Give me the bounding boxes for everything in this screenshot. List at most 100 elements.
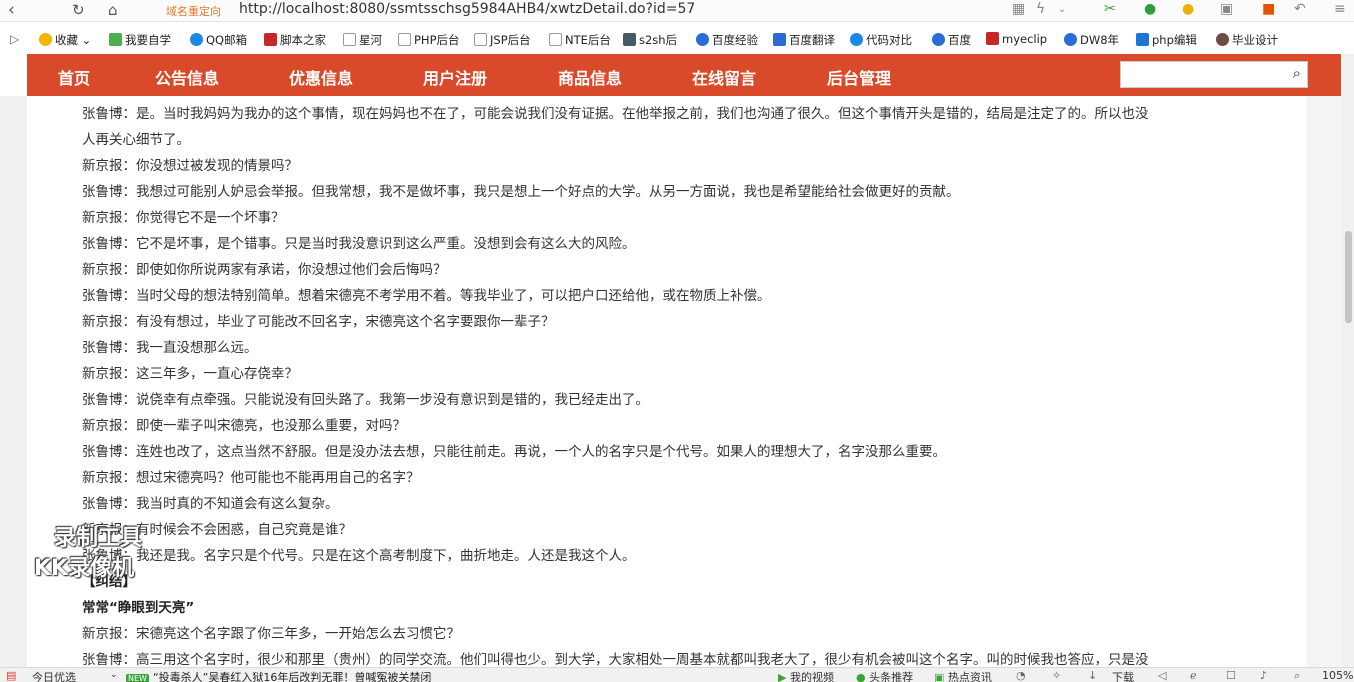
speed-icon[interactable]: ◔: [1016, 669, 1026, 682]
article-paragraph: 张鲁博：我当时真的不知道会有这么复杂。: [82, 496, 339, 512]
baidu-icon: [932, 33, 945, 46]
nav-products[interactable]: 商品信息: [558, 65, 622, 89]
page-icon: [549, 33, 562, 46]
bookmark-item[interactable]: 百度: [932, 32, 971, 48]
apps-icon[interactable]: ■: [1262, 1, 1275, 17]
scrollbar[interactable]: [1342, 54, 1354, 667]
bookmark-item[interactable]: NTE后台: [549, 32, 611, 48]
status-bar: ▤ 今日优选 ⌄ NEW “投毒杀人”吴春红入狱16年后改判无罪！曾喊冤被关禁闭 …: [0, 667, 1354, 682]
qq-mail-icon: [190, 33, 203, 46]
ie-icon[interactable]: ℯ: [1190, 669, 1197, 682]
bookmark-item[interactable]: QQ邮箱: [190, 32, 247, 48]
volume-icon[interactable]: ◁: [1158, 669, 1166, 682]
hot-news[interactable]: ▣ 热点资讯: [934, 669, 992, 682]
lightning-icon[interactable]: ϟ: [1036, 1, 1045, 17]
watermark-line1: 录制工具: [54, 526, 143, 551]
bookmark-icon: [1136, 33, 1149, 46]
nav-messages[interactable]: 在线留言: [692, 65, 756, 89]
download-icon[interactable]: ↓: [1088, 669, 1097, 682]
bookmark-item[interactable]: 代码对比: [850, 32, 912, 48]
bookmark-item[interactable]: 毕业设计: [1216, 32, 1278, 48]
baidu-icon: [1064, 33, 1077, 46]
star-icon: [39, 33, 52, 46]
article-paragraph: 新京报：你觉得它不是一个坏事？: [82, 210, 285, 226]
zoom-icon[interactable]: ⌕: [1294, 669, 1300, 682]
article-paragraph: 新京报：宋德亮这个名字跟了你三年多，一开始怎么去习惯它？: [82, 626, 460, 642]
headline-recommend[interactable]: ● 头条推荐: [856, 669, 913, 682]
bookmark-item[interactable]: myeclip: [986, 32, 1047, 46]
gift-icon[interactable]: ▤: [6, 669, 16, 682]
bookmark-item[interactable]: 百度经验: [696, 32, 758, 48]
scrollbar-thumb[interactable]: [1345, 231, 1352, 323]
search-icon[interactable]: ⌕: [1293, 64, 1301, 82]
speaker-icon[interactable]: ♪: [1260, 669, 1267, 682]
zoom-level[interactable]: 105%: [1322, 669, 1353, 682]
menu-icon[interactable]: ≡: [1334, 1, 1346, 17]
bookmark-item[interactable]: s2sh后: [623, 32, 677, 48]
news-icon: ▣: [934, 671, 945, 682]
bookmark-item[interactable]: php编辑: [1136, 32, 1197, 48]
news-headline[interactable]: “投毒杀人”吴春红入狱16年后改判无罪！曾喊冤被关禁闭: [153, 671, 431, 682]
bookmark-item[interactable]: 脚本之家: [264, 32, 326, 48]
article-paragraph: 张鲁博：我一直没想那么远。: [82, 340, 258, 356]
my-videos[interactable]: ▶ 我的视频: [778, 669, 834, 682]
back-icon[interactable]: ‹: [8, 0, 15, 20]
chevron-down-icon[interactable]: ⌄: [110, 670, 118, 680]
download-label[interactable]: 下载: [1112, 669, 1134, 682]
nav-admin[interactable]: 后台管理: [827, 65, 891, 89]
article-paragraph: 张鲁博：是。当时我妈妈为我办的这个事情，现在妈妈也不在了，可能会说我们没有证据。…: [82, 106, 1149, 122]
bookmark-item[interactable]: JSP后台: [474, 32, 531, 48]
article-paragraph: 张鲁博：说侥幸有点牵强。只能说没有回头路了。我第一步没有意识到是错的，我已经走出…: [82, 392, 649, 408]
bookmark-item[interactable]: 星河: [343, 32, 382, 48]
url-field[interactable]: http://localhost:8080/ssmtsschsg5984AHB4…: [239, 1, 695, 17]
bookmark-item[interactable]: PHP后台: [398, 32, 460, 48]
nav-announcements[interactable]: 公告信息: [155, 65, 219, 89]
article-paragraph: 张鲁博：它不是坏事，是个错事。只是当时我没意识到这么严重。没想到会有这么大的风险…: [82, 236, 636, 252]
bookmarks-bar: ▷ 收藏 ⌄ 我要自学 QQ邮箱 脚本之家 星河 PHP后台 JSP后台 NTE…: [0, 28, 1354, 52]
news-ticker[interactable]: NEW “投毒杀人”吴春红入狱16年后改判无罪！曾喊冤被关禁闭: [126, 669, 431, 682]
left-gutter: [0, 96, 27, 667]
article-paragraph: 张鲁博：当时父母的想法特别简单。想着宋德亮不考学用不着。等我毕业了，可以把户口还…: [82, 288, 771, 304]
chevron-down-icon[interactable]: ⌄: [1058, 4, 1066, 15]
grid-icon[interactable]: ▦: [1012, 1, 1025, 17]
article-paragraph: 新京报：这三年多，一直心存侥幸？: [82, 366, 298, 382]
redirect-label: 域名重定向: [166, 5, 221, 18]
home-icon[interactable]: ⌂: [108, 0, 118, 20]
watermark-line2: KK录像机: [34, 556, 135, 581]
today-picks[interactable]: 今日优选: [32, 669, 76, 682]
search-input[interactable]: [1125, 63, 1275, 86]
article-paragraph: 张鲁博：连姓也改了，这点当然不舒服。但是没办法去想，只能往前走。再说，一个人的名…: [82, 444, 946, 460]
bookmark-item[interactable]: DW8年: [1064, 32, 1119, 48]
page-icon: [398, 33, 411, 46]
sidebar-toggle-icon[interactable]: ▷: [10, 32, 19, 46]
new-badge: NEW: [126, 674, 149, 682]
compare-icon: [850, 33, 863, 46]
bookmark-item[interactable]: 我要自学: [109, 32, 171, 48]
site-search: ⌕: [1120, 61, 1308, 88]
clean-icon[interactable]: ✧: [1052, 669, 1061, 682]
page-icon: [343, 33, 356, 46]
translate-icon[interactable]: ●: [1144, 1, 1156, 17]
right-gutter: [1307, 96, 1342, 667]
coin-icon[interactable]: ●: [1182, 1, 1194, 17]
site-nav: 首页 公告信息 优惠信息 用户注册 商品信息 在线留言 后台管理 ⌕: [27, 54, 1341, 96]
refresh-icon[interactable]: ↻: [72, 0, 85, 20]
article-paragraph: 张鲁博：高三用这个名字时，很少和那里（贵州）的同学交流。他们叫得也少。到大学，大…: [82, 652, 1149, 667]
bookmark-icon: [264, 33, 277, 46]
bookmark-icon: [109, 33, 122, 46]
article-paragraph: 新京报：你没想过被发现的情景吗？: [82, 158, 298, 174]
window-icon[interactable]: ☐: [1226, 669, 1236, 682]
watermark: 录制工具 KK录像机: [34, 520, 174, 581]
nav-promotions[interactable]: 优惠信息: [289, 65, 353, 89]
undo-icon[interactable]: ↶: [1294, 1, 1306, 17]
scissors-icon[interactable]: ✂: [1104, 1, 1116, 17]
bookmark-item[interactable]: 收藏 ⌄: [39, 32, 91, 48]
bookmark-item[interactable]: 百度翻译: [773, 32, 835, 48]
nav-register[interactable]: 用户注册: [423, 65, 487, 89]
article-paragraph: 新京报：有没有想过，毕业了可能改不回名字，宋德亮这个名字要跟你一辈子？: [82, 314, 555, 330]
translate-icon: [773, 33, 786, 46]
browser-address-bar: ‹ ↻ ⌂ 域名重定向 http://localhost:8080/ssmtss…: [0, 0, 1354, 22]
video-icon: ▶: [778, 671, 787, 682]
image-icon[interactable]: ▣: [1220, 1, 1233, 17]
nav-home[interactable]: 首页: [58, 65, 90, 89]
